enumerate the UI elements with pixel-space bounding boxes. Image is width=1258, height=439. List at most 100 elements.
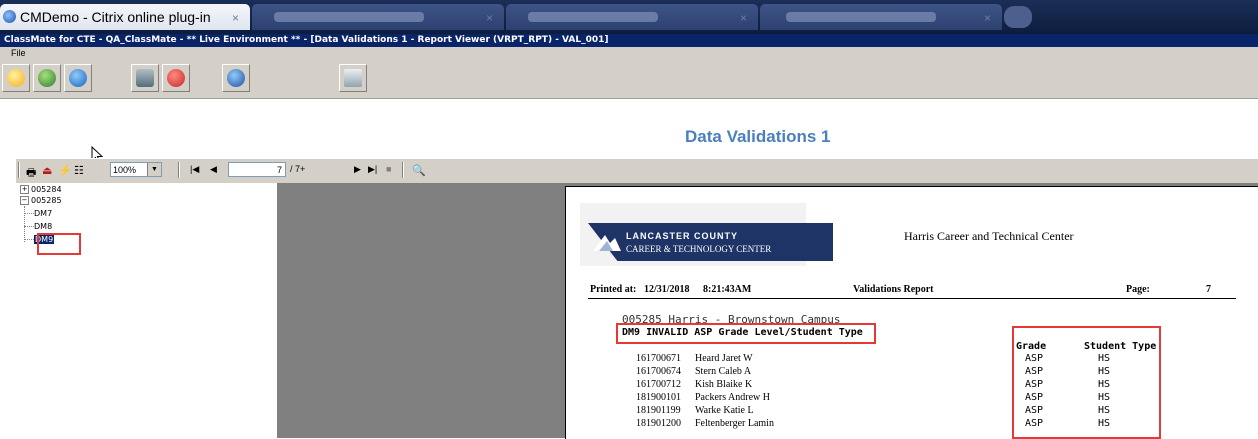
- print-icon: [344, 69, 362, 87]
- citrix-tab-bar: CMDemo - Citrix online plug-in × × × ×: [0, 0, 1258, 34]
- tree-node-dm7[interactable]: DM7: [24, 209, 52, 218]
- previous-page-icon[interactable]: ◀: [210, 164, 217, 175]
- collapse-icon[interactable]: −: [20, 196, 29, 205]
- people-button[interactable]: [131, 64, 159, 92]
- student-name: Stern Caleb A: [695, 366, 752, 377]
- page-label: Page:: [1126, 284, 1150, 295]
- search-icon[interactable]: 🔍: [412, 164, 426, 177]
- printed-time: 8:21:43AM: [703, 284, 752, 295]
- menu-file[interactable]: File: [11, 47, 26, 60]
- student-grade: ASP: [1025, 366, 1044, 377]
- info-icon: [69, 69, 87, 87]
- school-logo: [588, 223, 833, 261]
- toolbar-grip: [18, 162, 20, 178]
- first-page-icon[interactable]: |◀: [190, 164, 199, 175]
- help-button[interactable]: [222, 64, 250, 92]
- app-toolbar: [0, 60, 1258, 99]
- export-icon[interactable]: ⏏: [42, 164, 52, 177]
- page-number-value: 7: [276, 165, 282, 175]
- browser-tab-blurred[interactable]: ×: [760, 4, 1002, 30]
- printed-label: Printed at:: [590, 284, 637, 295]
- student-name: Packers Andrew H: [695, 392, 770, 403]
- tree-node-005285[interactable]: −005285: [20, 196, 62, 205]
- student-id: 161700671: [636, 353, 681, 364]
- student-type: HS: [1098, 392, 1111, 403]
- smiley-button[interactable]: [2, 64, 30, 92]
- school-name: Harris Career and Technical Center: [904, 229, 1074, 243]
- student-grade: ASP: [1025, 405, 1044, 416]
- student-id: 161700712: [636, 379, 681, 390]
- student-name: Heard Jaret W: [695, 353, 753, 364]
- report-name: Validations Report: [853, 284, 934, 295]
- student-grade: ASP: [1025, 418, 1044, 429]
- student-id: 161700674: [636, 366, 681, 377]
- browser-tab-blurred[interactable]: ×: [252, 4, 504, 30]
- page-number-input[interactable]: 7: [228, 162, 286, 177]
- student-grade: ASP: [1025, 379, 1044, 390]
- tree-connector: [24, 239, 34, 240]
- student-type: HS: [1098, 379, 1111, 390]
- report-title: Data Validations 1: [685, 127, 831, 146]
- toolbar-separator: [402, 162, 404, 178]
- group-tree-panel: +005284 −005285 DM7 DM8 DM9: [16, 183, 278, 438]
- page-total: / 7+: [290, 164, 306, 174]
- blurred-text: [274, 12, 424, 22]
- chevron-down-icon[interactable]: ▼: [147, 163, 161, 176]
- close-icon[interactable]: ×: [740, 11, 747, 25]
- refresh-icon: [38, 69, 56, 87]
- app-title-bar: ClassMate for CTE - QA_ClassMate - ** Li…: [0, 34, 1258, 47]
- expand-icon[interactable]: +: [20, 185, 29, 194]
- highlight-annotation: [37, 233, 81, 255]
- report-page: LANCASTER COUNTY CAREER & TECHNOLOGY CEN…: [565, 186, 1258, 439]
- student-grade: ASP: [1025, 353, 1044, 364]
- tree-node-dm8[interactable]: DM8: [24, 222, 52, 231]
- student-id: 181901200: [636, 418, 681, 429]
- header-divider: [588, 298, 1236, 299]
- logo-text-line2: CAREER & TECHNOLOGY CENTER: [626, 244, 772, 254]
- citrix-active-tab[interactable]: CMDemo - Citrix online plug-in ×: [0, 4, 250, 30]
- blurred-text: [528, 12, 658, 22]
- smiley-icon: [7, 69, 25, 87]
- info-button[interactable]: [64, 64, 92, 92]
- last-page-icon[interactable]: ▶|: [368, 164, 377, 175]
- logo-mark-icon: [593, 235, 621, 251]
- student-id: 181901199: [636, 405, 681, 416]
- cancel-button[interactable]: [162, 64, 190, 92]
- highlight-annotation: [616, 323, 876, 344]
- next-page-icon[interactable]: ▶: [354, 164, 361, 175]
- toolbar-separator: [178, 162, 180, 178]
- page-number: 7: [1206, 284, 1211, 295]
- people-icon: [136, 69, 154, 87]
- printed-date: 12/31/2018: [644, 284, 690, 295]
- cancel-icon: [167, 69, 185, 87]
- browser-tab-blurred[interactable]: ×: [506, 4, 758, 30]
- zoom-value: 100%: [113, 165, 137, 175]
- print-icon[interactable]: 🖶: [26, 164, 36, 183]
- student-name: Kish Blaike K: [695, 379, 753, 390]
- student-type: HS: [1098, 353, 1111, 364]
- student-id: 181900101: [636, 392, 681, 403]
- refresh-icon[interactable]: ⚡: [58, 164, 72, 177]
- student-type: HS: [1098, 418, 1111, 429]
- close-icon[interactable]: ×: [984, 11, 991, 25]
- logo-text-line1: LANCASTER COUNTY: [626, 231, 738, 241]
- tree-connector: [24, 213, 34, 214]
- close-icon[interactable]: ×: [232, 11, 239, 25]
- toggle-tree-icon[interactable]: ☷: [74, 164, 84, 177]
- help-icon: [227, 69, 245, 87]
- refresh-button[interactable]: [33, 64, 61, 92]
- tree-connector: [24, 226, 34, 227]
- tree-node-005284[interactable]: +005284: [20, 185, 62, 194]
- print-button[interactable]: [339, 64, 367, 92]
- student-grade: ASP: [1025, 392, 1044, 403]
- student-type: HS: [1098, 366, 1111, 377]
- new-tab-button[interactable]: [1004, 6, 1032, 28]
- citrix-tab-title: CMDemo - Citrix online plug-in: [20, 9, 211, 25]
- blurred-text: [786, 12, 936, 22]
- citrix-icon: [3, 10, 16, 23]
- close-icon[interactable]: ×: [486, 11, 493, 25]
- stop-icon[interactable]: ■: [386, 164, 391, 174]
- menu-bar: File: [0, 47, 1258, 60]
- zoom-select[interactable]: 100% ▼: [110, 162, 162, 177]
- student-name: Warke Katie L: [695, 405, 754, 416]
